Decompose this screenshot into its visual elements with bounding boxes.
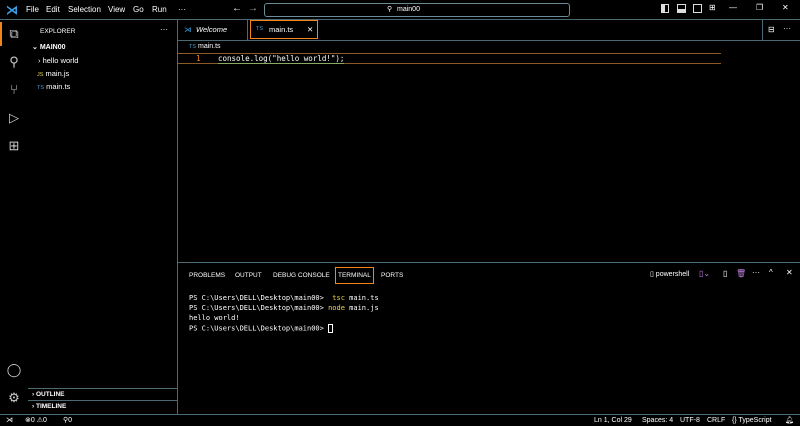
explorer-more-button[interactable]: ···	[160, 25, 168, 34]
settings-gear-icon[interactable]: ⚙	[6, 390, 22, 406]
active-indicator	[0, 22, 2, 46]
tab-terminal[interactable]: TERMINAL	[335, 267, 374, 284]
terminal-line: PS C:\Users\DELL\Desktop\main00> tsc mai…	[189, 294, 379, 302]
tab-problems[interactable]: PROBLEMS	[189, 272, 225, 279]
new-terminal-icon[interactable]: ▯⌄	[699, 269, 710, 278]
back-arrow-icon[interactable]: ←	[232, 3, 242, 14]
vscode-logo-icon: ⋊	[184, 25, 192, 34]
title-bar: ⋊ File Edit Selection View Go Run ··· ← …	[0, 0, 800, 20]
ts-file-icon: TS	[37, 85, 45, 91]
forward-arrow-icon[interactable]: →	[248, 3, 258, 14]
indentation[interactable]: Spaces: 4	[642, 415, 673, 426]
activity-bar: ⧉ ⚲ ⑂ ▷ ⊞ ◯ ⚙	[0, 20, 28, 414]
run-debug-icon[interactable]: ▷	[6, 110, 22, 126]
tab-output[interactable]: OUTPUT	[235, 272, 262, 279]
tab-welcome[interactable]: ⋊ Welcome	[178, 20, 248, 40]
encoding[interactable]: UTF-8	[680, 415, 700, 426]
terminal-cursor	[328, 324, 334, 333]
close-window-icon[interactable]: ✕	[782, 3, 789, 12]
terminal-shell-selector[interactable]: ▯ powershell	[650, 270, 689, 278]
split-terminal-icon[interactable]: ▯	[723, 269, 727, 278]
menu-view[interactable]: View	[108, 5, 125, 14]
language-mode[interactable]: {} TypeScript	[732, 415, 772, 426]
tree-item-label: main.js	[45, 69, 70, 78]
ts-file-icon: TS	[256, 26, 264, 32]
search-label: main00	[397, 6, 420, 13]
breadcrumb-file: main.ts	[197, 43, 221, 50]
cursor-position[interactable]: Ln 1, Col 29	[594, 415, 632, 426]
tree-item-label: main.ts	[46, 82, 71, 91]
menu-go[interactable]: Go	[133, 5, 144, 14]
terminal-panel: PROBLEMS OUTPUT DEBUG CONSOLE TERMINAL P…	[178, 262, 800, 414]
menu-file[interactable]: File	[26, 5, 39, 14]
ts-file-icon: TS	[189, 44, 197, 50]
restore-icon[interactable]: ❐	[756, 3, 763, 12]
js-file-icon: JS	[37, 72, 44, 78]
editor-tabs: ⋊ Welcome TS main.ts ✕ ⊟ ···	[178, 20, 800, 41]
search-icon[interactable]: ⚲	[6, 54, 22, 70]
tab-main-ts[interactable]: TS main.ts ✕	[250, 20, 318, 39]
line-ending[interactable]: CRLF	[707, 415, 725, 426]
remote-icon[interactable]: ⋊	[6, 415, 13, 426]
tab-debug-console[interactable]: DEBUG CONSOLE	[273, 272, 330, 279]
terminal-line: PS C:\Users\DELL\Desktop\main00> node ma…	[189, 304, 379, 312]
outline-section[interactable]: › OUTLINE	[28, 388, 177, 401]
search-icon: ⚲	[387, 6, 393, 13]
tree-item-hello-world[interactable]: › hello world	[38, 56, 78, 65]
editor-more-icon[interactable]: ···	[783, 24, 791, 33]
tree-item-main-ts[interactable]: TS main.ts	[37, 82, 70, 91]
explorer-sidebar: EXPLORER ··· ⌄ MAIN00 › hello world JS m…	[28, 20, 178, 414]
problems-status[interactable]: ⊗0 ⚠0	[25, 415, 47, 426]
outline-label: OUTLINE	[35, 391, 65, 398]
split-editor-icon[interactable]: ⊟	[768, 25, 775, 34]
ports-status[interactable]: ⚲0	[63, 415, 72, 426]
tree-item-label: hello world	[42, 56, 79, 65]
toggle-sidebar-icon[interactable]	[661, 4, 669, 13]
toggle-secondary-sidebar-icon[interactable]	[693, 4, 702, 13]
line-number: 1	[196, 54, 201, 63]
terminal-output: hello world!	[189, 314, 240, 322]
notifications-bell-icon[interactable]: 🔔︎	[785, 415, 794, 426]
menu-more[interactable]: ···	[178, 5, 186, 14]
timeline-label: TIMELINE	[35, 403, 67, 410]
code-line[interactable]: console.log("hello world!");	[218, 54, 345, 64]
shell-label: powershell	[655, 271, 690, 278]
explorer-title: EXPLORER	[40, 28, 76, 35]
menu-run[interactable]: Run	[152, 5, 167, 14]
panel-more-icon[interactable]: ···	[752, 268, 760, 277]
close-panel-icon[interactable]: ✕	[786, 268, 793, 277]
timeline-section[interactable]: › TIMELINE	[28, 401, 177, 414]
tree-item-main-js[interactable]: JS main.js	[37, 69, 69, 78]
explorer-icon[interactable]: ⧉	[6, 26, 22, 42]
menu-edit[interactable]: Edit	[46, 5, 60, 14]
folder-root[interactable]: ⌄ MAIN00	[32, 43, 66, 51]
toggle-panel-icon[interactable]	[677, 4, 686, 13]
tab-ports[interactable]: PORTS	[381, 272, 403, 279]
source-control-icon[interactable]: ⑂	[6, 82, 22, 98]
tab-label: Welcome	[196, 25, 228, 34]
vscode-logo-icon: ⋊	[6, 3, 18, 17]
customize-layout-icon[interactable]: ⊞	[709, 3, 716, 12]
breadcrumb[interactable]: TS main.ts	[189, 43, 221, 50]
maximize-panel-icon[interactable]: ^	[769, 268, 773, 277]
tab-label: main.ts	[269, 25, 294, 34]
close-tab-icon[interactable]: ✕	[307, 21, 313, 38]
status-bar: ⋊ ⊗0 ⚠0 ⚲0 Ln 1, Col 29 Spaces: 4 UTF-8 …	[0, 414, 800, 426]
minimize-icon[interactable]: —	[729, 3, 737, 12]
trash-icon[interactable]: 🗑	[736, 269, 746, 278]
command-center-search[interactable]: ⚲ main00	[264, 3, 570, 17]
folder-root-label: MAIN00	[39, 44, 66, 51]
terminal-prompt[interactable]: PS C:\Users\DELL\Desktop\main00>	[189, 324, 334, 333]
extensions-icon[interactable]: ⊞	[6, 138, 22, 154]
account-icon[interactable]: ◯	[6, 362, 22, 378]
chevron-right-icon: ›	[38, 56, 41, 65]
menu-selection[interactable]: Selection	[68, 5, 101, 14]
